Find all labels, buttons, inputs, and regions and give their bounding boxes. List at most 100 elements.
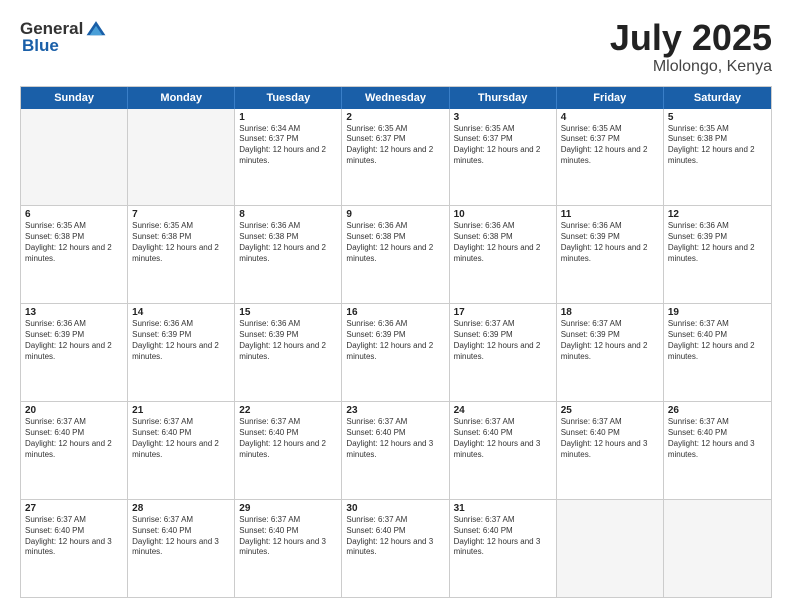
day-info: Sunrise: 6:37 AM Sunset: 6:40 PM Dayligh… [668,319,767,362]
day-info: Sunrise: 6:35 AM Sunset: 6:38 PM Dayligh… [132,221,230,264]
day-number: 31 [454,503,552,514]
calendar-day-14: 14Sunrise: 6:36 AM Sunset: 6:39 PM Dayli… [128,304,235,401]
calendar-empty-cell [557,500,664,597]
logo: General Blue [20,18,107,56]
day-info: Sunrise: 6:36 AM Sunset: 6:38 PM Dayligh… [346,221,444,264]
day-number: 5 [668,112,767,123]
calendar-day-15: 15Sunrise: 6:36 AM Sunset: 6:39 PM Dayli… [235,304,342,401]
day-info: Sunrise: 6:37 AM Sunset: 6:40 PM Dayligh… [454,515,552,558]
calendar-day-18: 18Sunrise: 6:37 AM Sunset: 6:39 PM Dayli… [557,304,664,401]
day-number: 29 [239,503,337,514]
day-number: 16 [346,307,444,318]
day-info: Sunrise: 6:35 AM Sunset: 6:38 PM Dayligh… [25,221,123,264]
calendar-day-3: 3Sunrise: 6:35 AM Sunset: 6:37 PM Daylig… [450,109,557,206]
day-info: Sunrise: 6:36 AM Sunset: 6:38 PM Dayligh… [239,221,337,264]
calendar-empty-cell [664,500,771,597]
header-day-wednesday: Wednesday [342,87,449,109]
calendar-day-30: 30Sunrise: 6:37 AM Sunset: 6:40 PM Dayli… [342,500,449,597]
day-info: Sunrise: 6:36 AM Sunset: 6:39 PM Dayligh… [561,221,659,264]
day-info: Sunrise: 6:36 AM Sunset: 6:39 PM Dayligh… [132,319,230,362]
day-number: 19 [668,307,767,318]
calendar-day-26: 26Sunrise: 6:37 AM Sunset: 6:40 PM Dayli… [664,402,771,499]
day-number: 4 [561,112,659,123]
day-info: Sunrise: 6:34 AM Sunset: 6:37 PM Dayligh… [239,124,337,167]
day-number: 28 [132,503,230,514]
day-number: 22 [239,405,337,416]
calendar-day-24: 24Sunrise: 6:37 AM Sunset: 6:40 PM Dayli… [450,402,557,499]
day-info: Sunrise: 6:36 AM Sunset: 6:39 PM Dayligh… [25,319,123,362]
day-number: 13 [25,307,123,318]
calendar-day-16: 16Sunrise: 6:36 AM Sunset: 6:39 PM Dayli… [342,304,449,401]
calendar-day-29: 29Sunrise: 6:37 AM Sunset: 6:40 PM Dayli… [235,500,342,597]
day-info: Sunrise: 6:37 AM Sunset: 6:39 PM Dayligh… [561,319,659,362]
day-number: 15 [239,307,337,318]
calendar-day-27: 27Sunrise: 6:37 AM Sunset: 6:40 PM Dayli… [21,500,128,597]
calendar-week-4: 20Sunrise: 6:37 AM Sunset: 6:40 PM Dayli… [21,401,771,499]
calendar-day-12: 12Sunrise: 6:36 AM Sunset: 6:39 PM Dayli… [664,206,771,303]
day-info: Sunrise: 6:37 AM Sunset: 6:39 PM Dayligh… [454,319,552,362]
day-info: Sunrise: 6:37 AM Sunset: 6:40 PM Dayligh… [25,417,123,460]
day-number: 9 [346,209,444,220]
page: General Blue July 2025 Mlolongo, Kenya S… [0,0,792,612]
calendar-day-2: 2Sunrise: 6:35 AM Sunset: 6:37 PM Daylig… [342,109,449,206]
day-info: Sunrise: 6:37 AM Sunset: 6:40 PM Dayligh… [239,515,337,558]
day-info: Sunrise: 6:37 AM Sunset: 6:40 PM Dayligh… [346,417,444,460]
calendar: SundayMondayTuesdayWednesdayThursdayFrid… [20,86,772,598]
calendar-week-5: 27Sunrise: 6:37 AM Sunset: 6:40 PM Dayli… [21,499,771,597]
header-day-monday: Monday [128,87,235,109]
day-info: Sunrise: 6:35 AM Sunset: 6:37 PM Dayligh… [454,124,552,167]
logo-icon [85,18,107,40]
day-info: Sunrise: 6:37 AM Sunset: 6:40 PM Dayligh… [25,515,123,558]
header-day-friday: Friday [557,87,664,109]
day-number: 2 [346,112,444,123]
header: General Blue July 2025 Mlolongo, Kenya [20,18,772,76]
day-number: 10 [454,209,552,220]
month-title: July 2025 [610,18,772,58]
day-number: 30 [346,503,444,514]
calendar-body: 1Sunrise: 6:34 AM Sunset: 6:37 PM Daylig… [21,109,771,597]
calendar-day-7: 7Sunrise: 6:35 AM Sunset: 6:38 PM Daylig… [128,206,235,303]
day-number: 27 [25,503,123,514]
calendar-day-20: 20Sunrise: 6:37 AM Sunset: 6:40 PM Dayli… [21,402,128,499]
calendar-day-22: 22Sunrise: 6:37 AM Sunset: 6:40 PM Dayli… [235,402,342,499]
calendar-day-28: 28Sunrise: 6:37 AM Sunset: 6:40 PM Dayli… [128,500,235,597]
calendar-day-8: 8Sunrise: 6:36 AM Sunset: 6:38 PM Daylig… [235,206,342,303]
calendar-day-25: 25Sunrise: 6:37 AM Sunset: 6:40 PM Dayli… [557,402,664,499]
calendar-empty-cell [21,109,128,206]
calendar-day-6: 6Sunrise: 6:35 AM Sunset: 6:38 PM Daylig… [21,206,128,303]
day-number: 7 [132,209,230,220]
day-info: Sunrise: 6:35 AM Sunset: 6:37 PM Dayligh… [346,124,444,167]
day-number: 24 [454,405,552,416]
calendar-day-19: 19Sunrise: 6:37 AM Sunset: 6:40 PM Dayli… [664,304,771,401]
day-number: 26 [668,405,767,416]
title-block: July 2025 Mlolongo, Kenya [610,18,772,76]
calendar-day-9: 9Sunrise: 6:36 AM Sunset: 6:38 PM Daylig… [342,206,449,303]
calendar-day-4: 4Sunrise: 6:35 AM Sunset: 6:37 PM Daylig… [557,109,664,206]
calendar-day-21: 21Sunrise: 6:37 AM Sunset: 6:40 PM Dayli… [128,402,235,499]
day-number: 11 [561,209,659,220]
day-number: 1 [239,112,337,123]
day-info: Sunrise: 6:36 AM Sunset: 6:39 PM Dayligh… [239,319,337,362]
calendar-week-1: 1Sunrise: 6:34 AM Sunset: 6:37 PM Daylig… [21,109,771,206]
day-number: 3 [454,112,552,123]
calendar-day-11: 11Sunrise: 6:36 AM Sunset: 6:39 PM Dayli… [557,206,664,303]
day-info: Sunrise: 6:37 AM Sunset: 6:40 PM Dayligh… [132,515,230,558]
day-info: Sunrise: 6:37 AM Sunset: 6:40 PM Dayligh… [132,417,230,460]
day-number: 25 [561,405,659,416]
calendar-day-10: 10Sunrise: 6:36 AM Sunset: 6:38 PM Dayli… [450,206,557,303]
day-info: Sunrise: 6:35 AM Sunset: 6:38 PM Dayligh… [668,124,767,167]
day-number: 23 [346,405,444,416]
header-day-tuesday: Tuesday [235,87,342,109]
day-number: 6 [25,209,123,220]
header-day-saturday: Saturday [664,87,771,109]
calendar-header: SundayMondayTuesdayWednesdayThursdayFrid… [21,87,771,109]
day-number: 8 [239,209,337,220]
day-info: Sunrise: 6:37 AM Sunset: 6:40 PM Dayligh… [561,417,659,460]
calendar-empty-cell [128,109,235,206]
day-number: 12 [668,209,767,220]
day-info: Sunrise: 6:37 AM Sunset: 6:40 PM Dayligh… [346,515,444,558]
logo-blue: Blue [22,36,59,56]
header-day-thursday: Thursday [450,87,557,109]
day-info: Sunrise: 6:37 AM Sunset: 6:40 PM Dayligh… [454,417,552,460]
calendar-week-2: 6Sunrise: 6:35 AM Sunset: 6:38 PM Daylig… [21,205,771,303]
